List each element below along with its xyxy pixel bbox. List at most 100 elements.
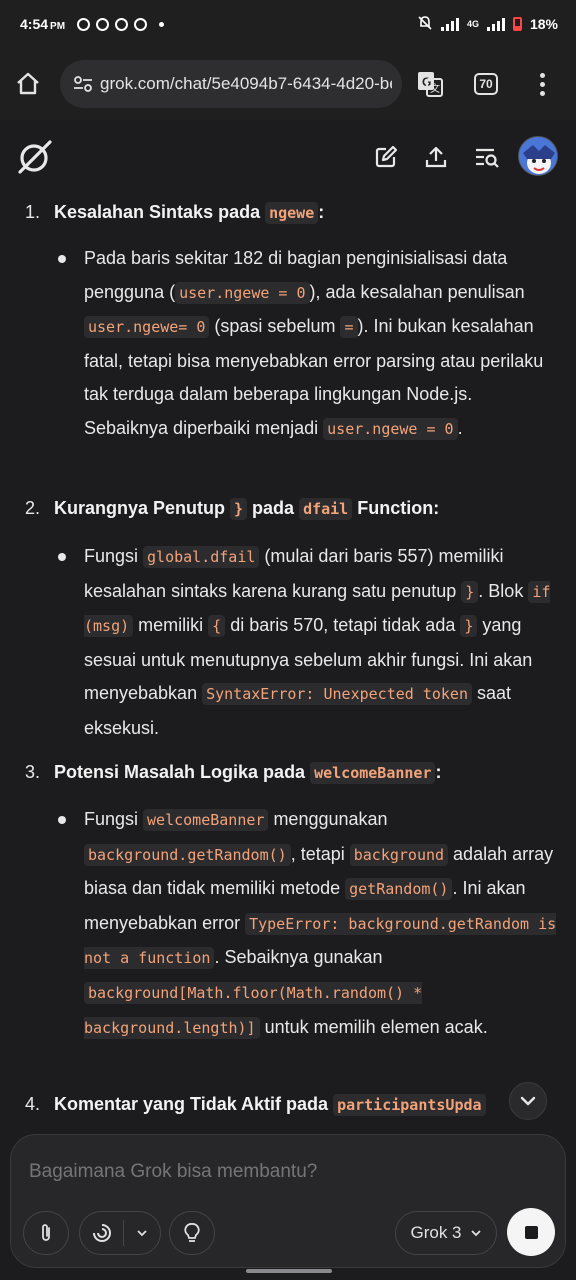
whatsapp-icon: [77, 17, 91, 31]
grok-logo-icon[interactable]: [16, 138, 54, 176]
translate-icon: G文: [418, 72, 443, 97]
list-item-title: Potensi Masalah Logika pada welcomeBanne…: [54, 762, 442, 784]
model-name: Grok 3: [410, 1223, 462, 1242]
text-run: :: [435, 762, 442, 782]
text-run: ), ada kesalahan penulisan: [309, 281, 525, 302]
text-run: untuk memilih elemen acak.: [259, 1016, 488, 1037]
chat-icon: [115, 17, 129, 31]
scroll-to-bottom-button[interactable]: [509, 1082, 547, 1120]
lightbulb-icon: [184, 1223, 200, 1242]
text-run: (spasi sebelum: [209, 316, 341, 337]
text-run: Kesalahan Sintaks pada: [54, 202, 266, 222]
discord-icon: [134, 17, 148, 31]
chevron-down-icon: [520, 1096, 536, 1106]
message-input[interactable]: [29, 1161, 529, 1183]
bullet: [58, 816, 66, 824]
text-run: Potensi Masalah Logika pada: [54, 762, 311, 782]
status-bar: 4:54 PM 4G 18%: [0, 0, 576, 48]
notification-icons: [77, 17, 165, 31]
whatsapp-icon: [96, 17, 110, 31]
inline-code: user.ngewe= 0: [84, 316, 210, 339]
history-search-icon: [476, 148, 499, 168]
tab-switcher-button[interactable]: 70: [458, 56, 514, 112]
text-run: menggunakan: [268, 809, 388, 829]
inline-code: }: [230, 498, 248, 520]
stop-icon: [524, 1225, 538, 1239]
text-run: Fungsi: [84, 809, 144, 829]
inline-code: participantsUpda: [333, 1094, 486, 1116]
url-text: grok.com/chat/5e4094b7-6434-4d20-be4: [100, 74, 392, 93]
text-run: , tetapi: [290, 843, 350, 864]
list-item-paragraph: Fungsi global.dfail (mulai dari baris 55…: [84, 540, 559, 746]
list-item-paragraph: Fungsi welcomeBanner menggunakan backgro…: [84, 803, 559, 1045]
text-run: Fungsi: [84, 546, 144, 566]
chat-message: 1. Kesalahan Sintaks pada ngewe: Pada ba…: [0, 196, 576, 1126]
status-time: 4:54 PM: [20, 16, 66, 32]
bullet: [58, 255, 66, 263]
inline-code: user.ngewe = 0: [175, 281, 310, 304]
gesture-bar: [246, 1269, 332, 1273]
chevron-down-icon[interactable]: [124, 1229, 160, 1237]
list-number: 2.: [25, 498, 41, 518]
tab-count: 70: [474, 73, 498, 95]
mute-icon: [417, 15, 433, 34]
inline-code: user.ngewe = 0: [323, 417, 458, 440]
chevron-down-icon: [470, 1230, 481, 1237]
deepsearch-icon: [80, 1222, 123, 1244]
inline-code: background.getRandom(): [84, 843, 291, 866]
inline-code: }: [461, 580, 479, 603]
address-bar[interactable]: grok.com/chat/5e4094b7-6434-4d20-be4: [60, 60, 402, 108]
text-run: memiliki: [133, 615, 209, 636]
translate-button[interactable]: G文: [402, 56, 458, 112]
think-button[interactable]: [169, 1211, 215, 1255]
signal-icon: [486, 17, 505, 31]
stop-button[interactable]: [507, 1208, 555, 1256]
search-history-button[interactable]: [472, 142, 502, 172]
inline-code: SyntaxError: Unexpected token: [202, 683, 472, 706]
battery-icon: [512, 17, 522, 31]
inline-code: getRandom(): [345, 878, 453, 901]
text-run: :: [318, 202, 325, 222]
home-button[interactable]: [0, 56, 56, 112]
list-item-title: Kesalahan Sintaks pada ngewe:: [54, 202, 325, 224]
home-icon: [17, 72, 39, 95]
list-number: 3.: [25, 762, 41, 782]
text-run: di baris 570, tetapi tidak ada: [225, 615, 461, 636]
inline-code: =: [340, 316, 358, 339]
list-item-title: Komentar yang Tidak Aktif pada participa…: [54, 1094, 486, 1116]
inline-code: {: [208, 615, 226, 638]
inline-code: welcomeBanner: [310, 762, 436, 784]
attach-button[interactable]: [23, 1211, 69, 1255]
paperclip-icon: [42, 1224, 50, 1241]
list-number: 1.: [25, 202, 41, 222]
more-vert-icon: [539, 72, 545, 96]
deepsearch-toggle[interactable]: [79, 1211, 161, 1255]
text-run: Komentar yang Tidak Aktif pada: [54, 1094, 334, 1114]
more-notifications-icon: [159, 21, 165, 27]
share-icon: [425, 146, 447, 168]
inline-code: ngewe: [265, 202, 319, 224]
inline-code: background: [349, 843, 449, 866]
inline-code: global.dfail: [143, 546, 260, 568]
list-number: 4.: [25, 1094, 41, 1114]
model-selector[interactable]: Grok 3: [395, 1211, 497, 1255]
avatar[interactable]: [518, 136, 558, 176]
signal-icon: [440, 17, 459, 31]
text-run: Kurangnya Penutup: [54, 498, 231, 518]
inline-code: dfail: [299, 498, 353, 520]
text-run: . Sebaiknya gunakan: [214, 947, 383, 968]
text-run: Function:: [352, 498, 440, 518]
svg-text:文: 文: [430, 82, 440, 95]
edit-icon: [375, 145, 398, 168]
composer: Grok 3: [10, 1134, 566, 1268]
text-run: .: [457, 417, 463, 438]
text-run: . Blok: [478, 580, 529, 601]
new-chat-button[interactable]: [371, 142, 401, 172]
list-item-title: Kurangnya Penutup } pada dfail Function:: [54, 498, 440, 520]
browser-menu-button[interactable]: [514, 56, 570, 112]
bullet: [58, 553, 66, 561]
site-settings-icon[interactable]: [70, 71, 96, 97]
share-button[interactable]: [421, 142, 451, 172]
text-run: pada: [247, 498, 300, 518]
battery-level: 18%: [529, 16, 558, 32]
